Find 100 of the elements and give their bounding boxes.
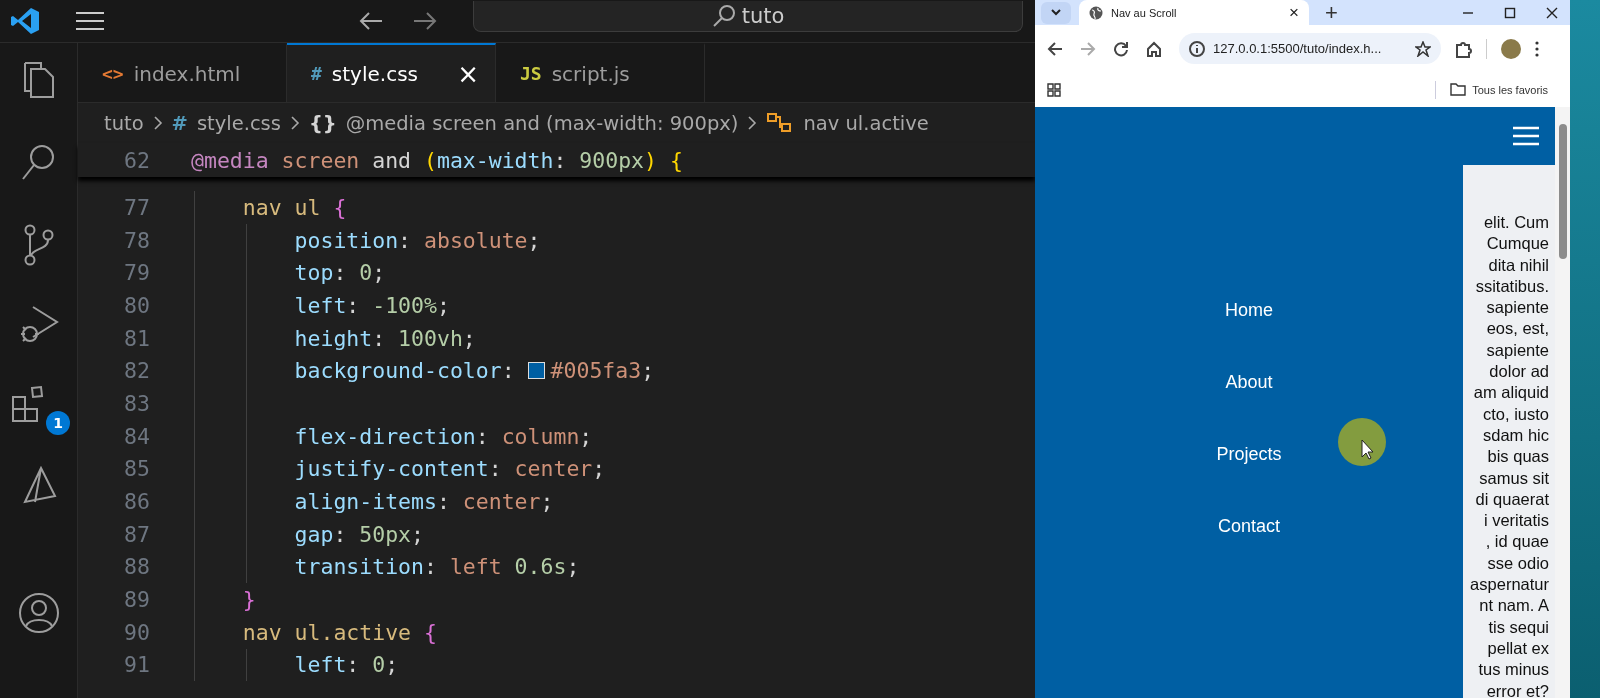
line-number: 90	[123, 619, 150, 645]
line-number: 91	[123, 652, 150, 678]
code-line: position: absolute;	[293, 227, 541, 253]
paragraph-line: sdam hic	[1482, 424, 1549, 446]
color-swatch-icon[interactable]	[527, 362, 545, 380]
app-logo-icon[interactable]	[10, 6, 40, 36]
code-line: gap: 50px;	[293, 521, 424, 547]
address-bar[interactable]: 127.0.0.1:5500/tuto/index.h...	[1179, 33, 1441, 64]
paragraph-line: bis quas	[1487, 446, 1549, 468]
browser-tab[interactable]: Nav au Scroll ×	[1079, 0, 1309, 25]
code-line: nav ul.active {	[241, 619, 437, 645]
tab-list-button[interactable]	[1041, 1, 1071, 24]
chevron-down-icon	[1050, 8, 1062, 17]
puzzle-icon[interactable]	[1455, 39, 1473, 58]
breadcrumb-item[interactable]: tuto	[104, 111, 144, 135]
close-icon[interactable]	[1546, 6, 1558, 19]
paragraph-line: dita nihil	[1488, 254, 1549, 276]
breadcrumb-item[interactable]: @media screen and (max-width: 900px)	[345, 111, 739, 135]
paragraph-line: ssitatibus.	[1475, 275, 1549, 297]
globe-icon	[1089, 5, 1103, 20]
menu-icon[interactable]	[76, 11, 104, 31]
paragraph-line: elit. Cum	[1483, 212, 1549, 233]
line-number: 82	[123, 358, 150, 384]
close-icon[interactable]: ×	[457, 58, 479, 89]
profile-avatar[interactable]	[1501, 38, 1521, 59]
code-line: nav ul {	[241, 194, 347, 220]
file-type-icon: #	[311, 63, 322, 84]
chevron-right-icon	[747, 115, 758, 131]
code-line: transition: left 0.6s;	[293, 554, 580, 580]
forward-arrow-icon[interactable]	[413, 11, 437, 31]
star-icon[interactable]	[1415, 40, 1431, 57]
breadcrumb-item[interactable]: nav ul.active	[803, 111, 929, 135]
play-bug-icon[interactable]	[18, 304, 59, 344]
nav-link[interactable]: Contact	[1217, 516, 1280, 537]
file-type-icon: JS	[520, 63, 542, 84]
line-number: 83	[123, 390, 150, 416]
line-number: 86	[123, 489, 150, 515]
paragraph-line: nt nam. A	[1479, 595, 1549, 617]
scrollbar-thumb[interactable]	[1558, 124, 1567, 259]
close-icon[interactable]: ×	[1289, 2, 1299, 23]
code-line: background-color: #005fa3;	[293, 358, 655, 384]
branch-icon[interactable]	[22, 223, 55, 267]
new-tab-button[interactable]: +	[1325, 1, 1338, 24]
code-line: align-items: center;	[293, 489, 554, 515]
folder-icon	[1450, 83, 1467, 96]
line-number: 78	[123, 227, 150, 253]
info-icon[interactable]	[1189, 40, 1205, 57]
paragraph-line: sapiente	[1486, 297, 1549, 319]
line-number: 84	[123, 423, 150, 449]
back-arrow-icon[interactable]	[1047, 40, 1063, 57]
nav-link[interactable]: Home	[1225, 300, 1273, 321]
editor-tab[interactable]: # style.css ×	[287, 43, 496, 102]
paragraph-line: sapiente	[1486, 339, 1549, 361]
paragraph-line: error et?	[1486, 680, 1549, 698]
paragraph-line: cto, iusto	[1482, 403, 1549, 425]
paragraph-line: aspernatur	[1470, 574, 1549, 596]
cursor-highlight-icon	[1337, 417, 1387, 467]
more-options-icon[interactable]	[1535, 40, 1539, 57]
code-line: left: 0;	[293, 652, 399, 678]
paragraph-line: Cumque	[1486, 233, 1549, 255]
paragraph-line: , id quae	[1485, 531, 1549, 553]
line-number: 62	[123, 147, 150, 173]
line-number: 85	[123, 456, 150, 482]
file-type-icon: <>	[102, 63, 124, 84]
line-number: 88	[123, 554, 150, 580]
line-number: 87	[123, 521, 150, 547]
paragraph-line: am aliquid	[1473, 382, 1549, 404]
editor-tab[interactable]: JS script.js	[496, 43, 705, 102]
chevron-right-icon	[152, 115, 163, 131]
nav-link[interactable]: About	[1225, 372, 1273, 393]
paragraph-line: i veritatis	[1483, 510, 1549, 532]
line-number: 77	[123, 194, 150, 220]
code-line: top: 0;	[293, 260, 386, 286]
code-line: }	[241, 587, 256, 613]
paragraph-line: tis sequi	[1488, 616, 1549, 638]
paragraph-line: di quaerat	[1475, 488, 1549, 510]
command-search-field[interactable]: tuto	[473, 0, 1023, 32]
line-number: 79	[123, 260, 150, 286]
bookmarks-folder[interactable]: Tous les favoris	[1450, 83, 1570, 96]
code-line: @media screen and (max-width: 900px) {	[191, 147, 683, 173]
maximize-icon[interactable]	[1504, 6, 1516, 19]
line-number: 81	[123, 325, 150, 351]
paragraph-line: eos, est,	[1486, 318, 1549, 340]
paragraph-line: sse odio	[1487, 552, 1549, 574]
home-icon[interactable]	[1146, 40, 1162, 57]
line-number: 89	[123, 587, 150, 613]
paragraph-line: dolor ad	[1489, 361, 1549, 383]
reload-icon[interactable]	[1113, 40, 1129, 57]
nav-link[interactable]: Projects	[1216, 444, 1282, 465]
braces-icon: {}	[308, 111, 337, 135]
css-file-icon: #	[171, 111, 188, 135]
search-icon	[711, 3, 736, 28]
account-icon[interactable]	[17, 592, 60, 634]
apps-grid-icon[interactable]	[1047, 82, 1061, 97]
paragraph-line: pellat ex	[1487, 637, 1549, 659]
code-line: left: -100%;	[293, 292, 450, 318]
paragraph-line: tus minus	[1478, 659, 1549, 681]
breadcrumb-item[interactable]: style.css	[196, 111, 281, 135]
back-arrow-icon[interactable]	[359, 11, 383, 31]
line-number: 80	[123, 292, 150, 318]
